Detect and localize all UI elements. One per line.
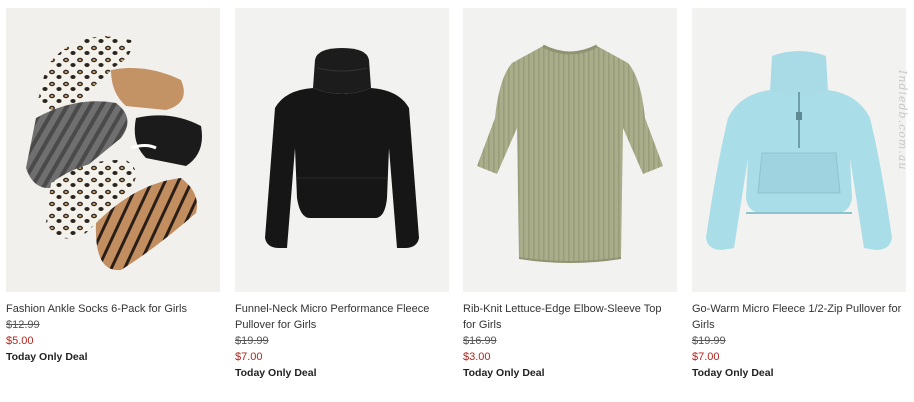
sale-price: $7.00 (235, 351, 263, 363)
watermark-text: Indiedb.com.au (896, 70, 909, 171)
sale-price: $5.00 (6, 335, 34, 347)
deal-badge: Today Only Deal (6, 351, 88, 363)
product-card[interactable]: Rib-Knit Lettuce-Edge Elbow-Sleeve Top f… (463, 8, 677, 381)
product-name[interactable]: Funnel-Neck Micro Performance Fleece Pul… (235, 301, 449, 333)
black-pullover-image (235, 8, 449, 292)
product-name[interactable]: Fashion Ankle Socks 6-Pack for Girls (6, 301, 220, 317)
product-grid: Fashion Ankle Socks 6-Pack for Girls $12… (0, 0, 914, 402)
product-card[interactable]: Fashion Ankle Socks 6-Pack for Girls $12… (6, 8, 220, 365)
sale-price: $7.00 (692, 351, 720, 363)
original-price: $19.99 (235, 335, 269, 347)
original-price: $16.99 (463, 335, 497, 347)
original-price: $19.99 (692, 335, 726, 347)
product-name[interactable]: Rib-Knit Lettuce-Edge Elbow-Sleeve Top f… (463, 301, 677, 333)
deal-badge: Today Only Deal (235, 367, 317, 379)
product-image[interactable] (463, 8, 677, 292)
product-name[interactable]: Go-Warm Micro Fleece 1/2-Zip Pullover fo… (692, 301, 906, 333)
deal-badge: Today Only Deal (692, 367, 774, 379)
green-top-image (463, 8, 677, 292)
blue-pullover-image (692, 8, 906, 292)
sale-price: $3.00 (463, 351, 491, 363)
product-image[interactable] (6, 8, 220, 292)
product-card[interactable]: Go-Warm Micro Fleece 1/2-Zip Pullover fo… (692, 8, 906, 381)
product-image[interactable] (692, 8, 906, 292)
original-price: $12.99 (6, 319, 40, 331)
deal-badge: Today Only Deal (463, 367, 545, 379)
product-image[interactable] (235, 8, 449, 292)
socks-image (6, 8, 220, 292)
product-card[interactable]: Funnel-Neck Micro Performance Fleece Pul… (235, 8, 449, 381)
